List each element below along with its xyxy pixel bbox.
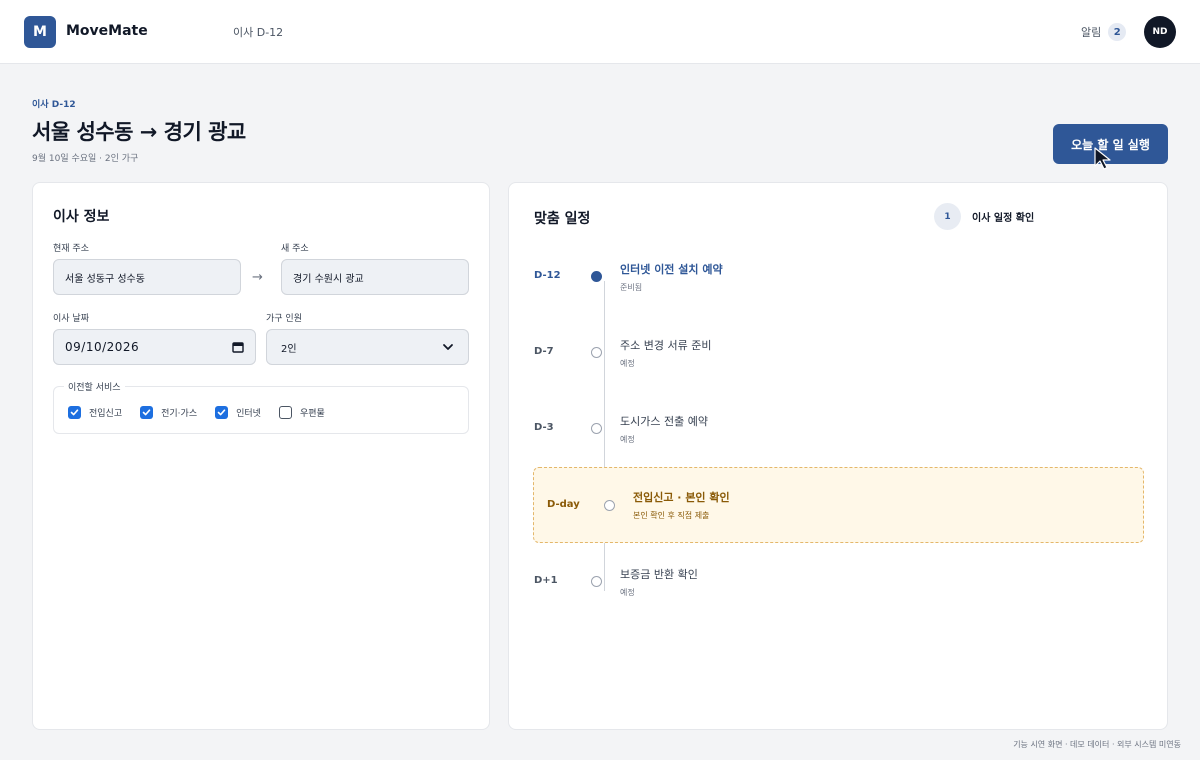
timeline-task-status: 준비됨: [620, 283, 643, 292]
arrow-right-icon: →: [252, 270, 263, 285]
current-address-label: 현재 주소: [53, 244, 89, 254]
timeline-day: D-7: [534, 346, 554, 357]
service-label: 전입신고: [89, 409, 123, 419]
timeline-item[interactable]: D-3 도시가스 전출 예약 예정: [509, 391, 1167, 467]
timeline-day: D-day: [547, 499, 580, 510]
page-subtitle: 9월 10일 수요일 · 2인 가구: [32, 154, 139, 164]
timeline-dot-done-icon: [591, 271, 602, 282]
services-legend: 이전할 서비스: [64, 380, 125, 393]
move-date-value: 09/10/2026: [65, 340, 140, 354]
timeline-dot-icon: [604, 500, 615, 511]
service-checkbox-move-in[interactable]: 전입신고: [68, 406, 122, 419]
timeline-day: D-3: [534, 422, 554, 433]
schedule-card: 맞춤 일정 1 이사 일정 확인 D-12 인터넷 이전 설치 예약 준비됨 D…: [508, 182, 1168, 730]
step-indicator: 1 이사 일정 확인: [934, 203, 1034, 230]
checkbox-checked-icon[interactable]: [215, 406, 229, 419]
header-dday: 이사 D-12: [233, 26, 284, 39]
services-fieldset: 이전할 서비스 전입신고 전기·가스 인터넷 우편물: [53, 380, 469, 434]
timeline-task-status: 예정: [620, 435, 635, 444]
household-select[interactable]: 2인: [266, 329, 469, 365]
page-title: 서울 성수동 → 경기 광교: [32, 120, 246, 144]
new-address-input[interactable]: [281, 259, 469, 295]
step-number: 1: [934, 203, 961, 230]
timeline-task-status: 예정: [620, 359, 635, 368]
app-name: MoveMate: [66, 23, 148, 39]
household-label: 가구 인원: [266, 314, 302, 324]
service-checkbox-internet[interactable]: 인터넷: [215, 406, 261, 419]
schedule-title: 맞춤 일정: [534, 211, 591, 227]
timeline-item-highlighted[interactable]: D-day 전입신고 · 본인 확인 본인 확인 후 직접 제출: [533, 467, 1144, 543]
current-address-input[interactable]: [53, 259, 241, 295]
services-checkbox-row: 전입신고 전기·가스 인터넷 우편물: [68, 406, 343, 419]
timeline-task-status: 본인 확인 후 직접 제출: [633, 511, 710, 520]
service-checkbox-utilities[interactable]: 전기·가스: [140, 406, 197, 419]
service-checkbox-mail[interactable]: 우편물: [278, 406, 325, 419]
new-address-label: 새 주소: [281, 244, 309, 254]
move-date-label: 이사 날짜: [53, 314, 89, 324]
timeline-dot-icon: [591, 576, 602, 587]
service-label: 인터넷: [236, 409, 261, 419]
service-label: 우편물: [299, 409, 325, 419]
page-eyebrow: 이사 D-12: [32, 100, 76, 110]
checkbox-checked-icon[interactable]: [140, 406, 154, 419]
calendar-icon[interactable]: [232, 341, 244, 353]
user-avatar[interactable]: ND: [1144, 16, 1176, 48]
move-info-title: 이사 정보: [53, 209, 110, 225]
timeline-day: D-12: [534, 270, 561, 281]
timeline-task-status: 예정: [620, 588, 635, 597]
timeline-task-title: 도시가스 전출 예약: [620, 415, 708, 428]
move-info-card: 이사 정보 현재 주소 → 새 주소 이사 날짜 09/10/2026 가구 인…: [32, 182, 490, 730]
service-label: 전기·가스: [161, 409, 198, 419]
timeline-task-title: 인터넷 이전 설치 예약: [620, 263, 723, 276]
footer-note: 기능 시연 화면 · 데모 데이터 · 외부 시스템 미연동: [1013, 740, 1181, 749]
checkbox-unchecked-icon[interactable]: [278, 406, 292, 419]
notification-count-badge: 2: [1108, 23, 1127, 41]
chevron-down-icon: [443, 344, 453, 350]
top-bar: M MoveMate 이사 D-12 알림 2 ND: [0, 0, 1200, 64]
timeline-task-title: 보증금 반환 확인: [620, 568, 698, 581]
timeline-task-title: 전입신고 · 본인 확인: [633, 491, 730, 504]
checkbox-checked-icon[interactable]: [68, 406, 81, 419]
timeline-dot-icon: [591, 347, 602, 358]
timeline-task-title: 주소 변경 서류 준비: [620, 339, 712, 352]
timeline-item[interactable]: D-7 주소 변경 서류 준비 예정: [509, 315, 1167, 391]
notifications-button[interactable]: 알림 2: [1081, 23, 1127, 41]
logo[interactable]: M: [24, 16, 56, 48]
timeline-item[interactable]: D+1 보증금 반환 확인 예정: [509, 543, 1167, 619]
timeline-item[interactable]: D-12 인터넷 이전 설치 예약 준비됨: [509, 239, 1167, 315]
household-value: 2인: [281, 343, 297, 355]
step-label: 이사 일정 확인: [972, 213, 1035, 224]
mouse-cursor-icon: [1094, 147, 1111, 170]
notifications-label: 알림: [1081, 26, 1102, 39]
timeline-day: D+1: [534, 575, 558, 586]
move-date-input[interactable]: 09/10/2026: [53, 329, 256, 365]
timeline-dot-icon: [591, 423, 602, 434]
